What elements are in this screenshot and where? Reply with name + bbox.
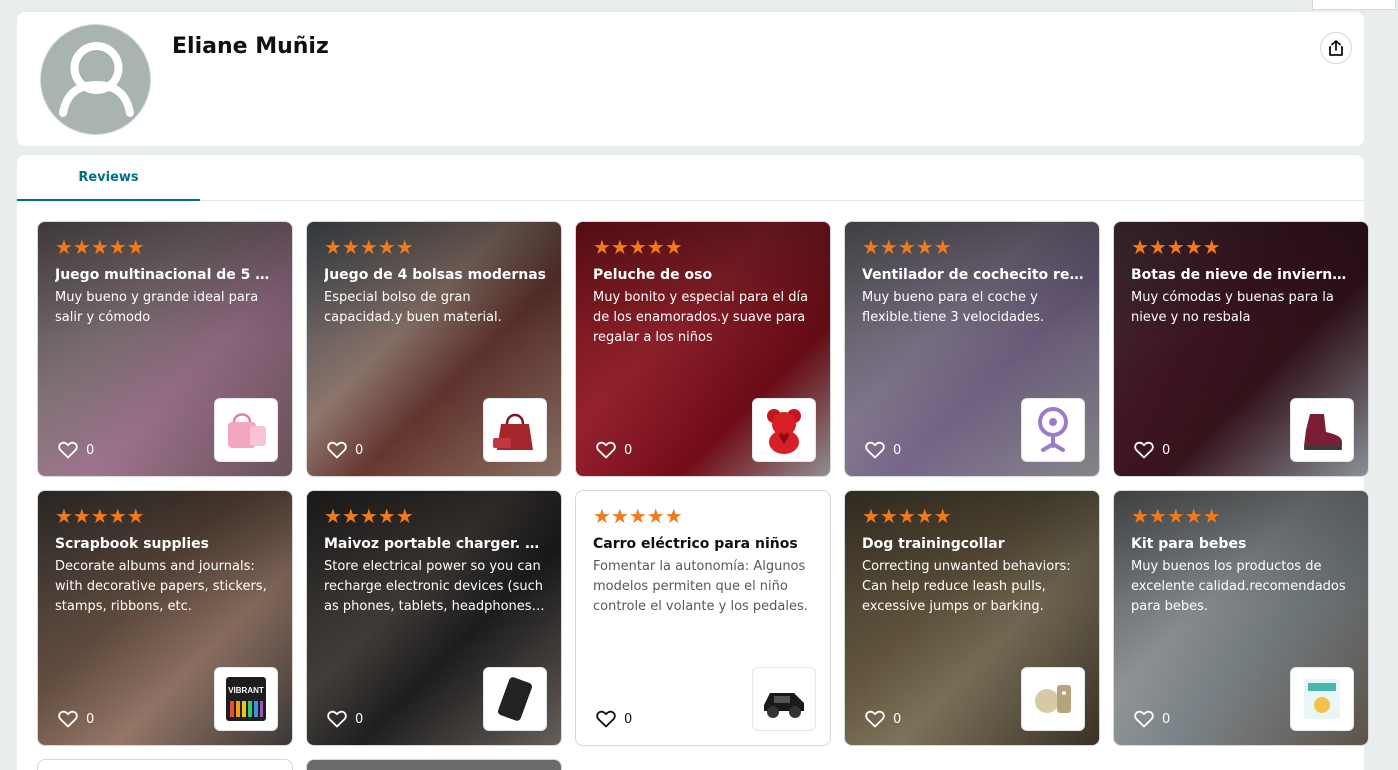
heart-icon [1134,710,1154,728]
heart-icon [596,441,616,459]
like-count: 0 [355,442,364,458]
star-rating: ★★★★★ [1131,235,1221,259]
review-text: Muy buenos los productos de excelente ca… [1131,559,1346,614]
star-rating: ★★★★★ [324,504,414,528]
review-title: Juego de 4 bolsas modernas [324,267,546,283]
heart-icon [596,710,616,728]
product-thumbnail[interactable] [1021,398,1085,462]
star-rating: ★★★★★ [593,504,683,528]
star-rating: ★★★★★ [1131,504,1221,528]
star-rating: ★★★★★ [55,504,145,528]
product-thumbnail[interactable] [1290,398,1354,462]
star-rating: ★★★★★ [324,235,414,259]
product-thumbnail[interactable]: VIBRANT [214,667,278,731]
review-title: Ventilador de cochecito recargable [862,267,1085,283]
review-text: Decorate albums and journals: with decor… [55,559,267,614]
helpful-button[interactable]: 0 [58,441,94,459]
review-text: Correcting unwanted behaviors: Can help … [862,559,1071,614]
product-thumbnail[interactable] [1290,667,1354,731]
person-icon [59,42,134,117]
share-icon [1329,40,1343,56]
review-card[interactable]: ★★★★★ Maivoz portable charger. 3-Port Stor… [306,490,562,746]
review-text: Muy cómodas y buenas para la nieve y no … [1131,290,1334,325]
like-count: 0 [1162,442,1171,458]
helpful-button[interactable]: 0 [1134,441,1170,459]
helpful-button[interactable]: 0 [327,441,363,459]
review-title: Botas de nieve de invierno para mujer [1131,267,1354,283]
like-count: 0 [624,711,633,727]
review-title: Scrapbook supplies [55,536,209,552]
review-text: Muy bueno para el coche y flexible.tiene… [862,290,1045,325]
like-count: 0 [893,711,902,727]
svg-text:VIBRANT: VIBRANT [228,686,264,695]
like-count: 0 [86,442,95,458]
product-thumbnail[interactable] [214,398,278,462]
review-title: Kit para bebes [1131,536,1247,552]
review-card[interactable]: ★★★★★ Carro eléctrico para niños Fomentar … [575,490,831,746]
helpful-button[interactable]: 0 [865,441,901,459]
heart-icon [865,441,885,459]
star-rating: ★★★★★ [593,235,683,259]
profile-name: Eliane Muñiz [172,34,329,59]
heart-icon [58,441,78,459]
review-text: Fomentar la autonomía: Algunos modelos p… [593,559,808,614]
review-text: Muy bonito y especial para el día de los… [593,290,809,345]
heart-icon [865,710,885,728]
helpful-button[interactable]: 0 [1134,710,1170,728]
like-count: 0 [624,442,633,458]
helpful-button[interactable]: 0 [327,710,363,728]
like-count: 0 [1162,711,1171,727]
review-card-partial[interactable] [37,759,293,770]
review-card-partial[interactable] [306,759,562,770]
like-count: 0 [355,711,364,727]
star-rating: ★★★★★ [55,235,145,259]
heart-icon [327,710,347,728]
share-button[interactable] [1320,32,1352,64]
helpful-button[interactable]: 0 [596,710,632,728]
helpful-button[interactable]: 0 [58,710,94,728]
review-card[interactable]: ★★★★★ Botas de nieve de invierno para muj… [1113,221,1369,477]
like-count: 0 [86,711,95,727]
review-card[interactable]: ★★★★★ Juego de 4 bolsas modernas Especial … [306,221,562,477]
like-count: 0 [893,442,902,458]
heart-icon [327,441,347,459]
heart-icon [58,710,78,728]
review-card[interactable]: ★★★★★ Kit para bebes Muy buenos los produc… [1113,490,1369,746]
star-rating: ★★★★★ [862,235,952,259]
review-title: Juego multinacional de 5 piezas [55,267,278,283]
review-text: Muy bueno y grande ideal para salir y có… [55,290,259,325]
product-thumbnail[interactable] [483,398,547,462]
helpful-button[interactable]: 0 [865,710,901,728]
product-thumbnail[interactable] [483,667,547,731]
review-card[interactable]: ★★★★★ Peluche de oso Muy bonito y especial… [575,221,831,477]
review-title: Maivoz portable charger. 3-Port [324,536,547,552]
product-thumbnail[interactable] [752,667,816,731]
tab-reviews[interactable]: Reviews [17,155,200,201]
heart-icon [1134,441,1154,459]
avatar [40,24,151,135]
review-card[interactable]: ★★★★★ Ventilador de cochecito recargable M… [844,221,1100,477]
profile-header: Eliane Muñiz [17,12,1364,146]
star-rating: ★★★★★ [862,504,952,528]
review-card[interactable]: ★★★★★ Juego multinacional de 5 piezas Muy … [37,221,293,477]
review-card[interactable]: ★★★★★ Dog trainingcollar Correcting unwant… [844,490,1100,746]
review-title: Carro eléctrico para niños [593,536,798,552]
review-title: Peluche de oso [593,267,713,283]
review-text: Especial bolso de gran capacidad.y buen … [324,290,502,325]
review-card[interactable]: ★★★★★ Scrapbook supplies Decorate albums a… [37,490,293,746]
top-corner-element [1312,0,1396,10]
review-text: Store electrical power so you can rechar… [324,559,543,614]
helpful-button[interactable]: 0 [596,441,632,459]
product-thumbnail[interactable] [1021,667,1085,731]
review-title: Dog trainingcollar [862,536,1005,552]
product-thumbnail[interactable] [752,398,816,462]
tab-bar: Reviews [17,155,1364,201]
